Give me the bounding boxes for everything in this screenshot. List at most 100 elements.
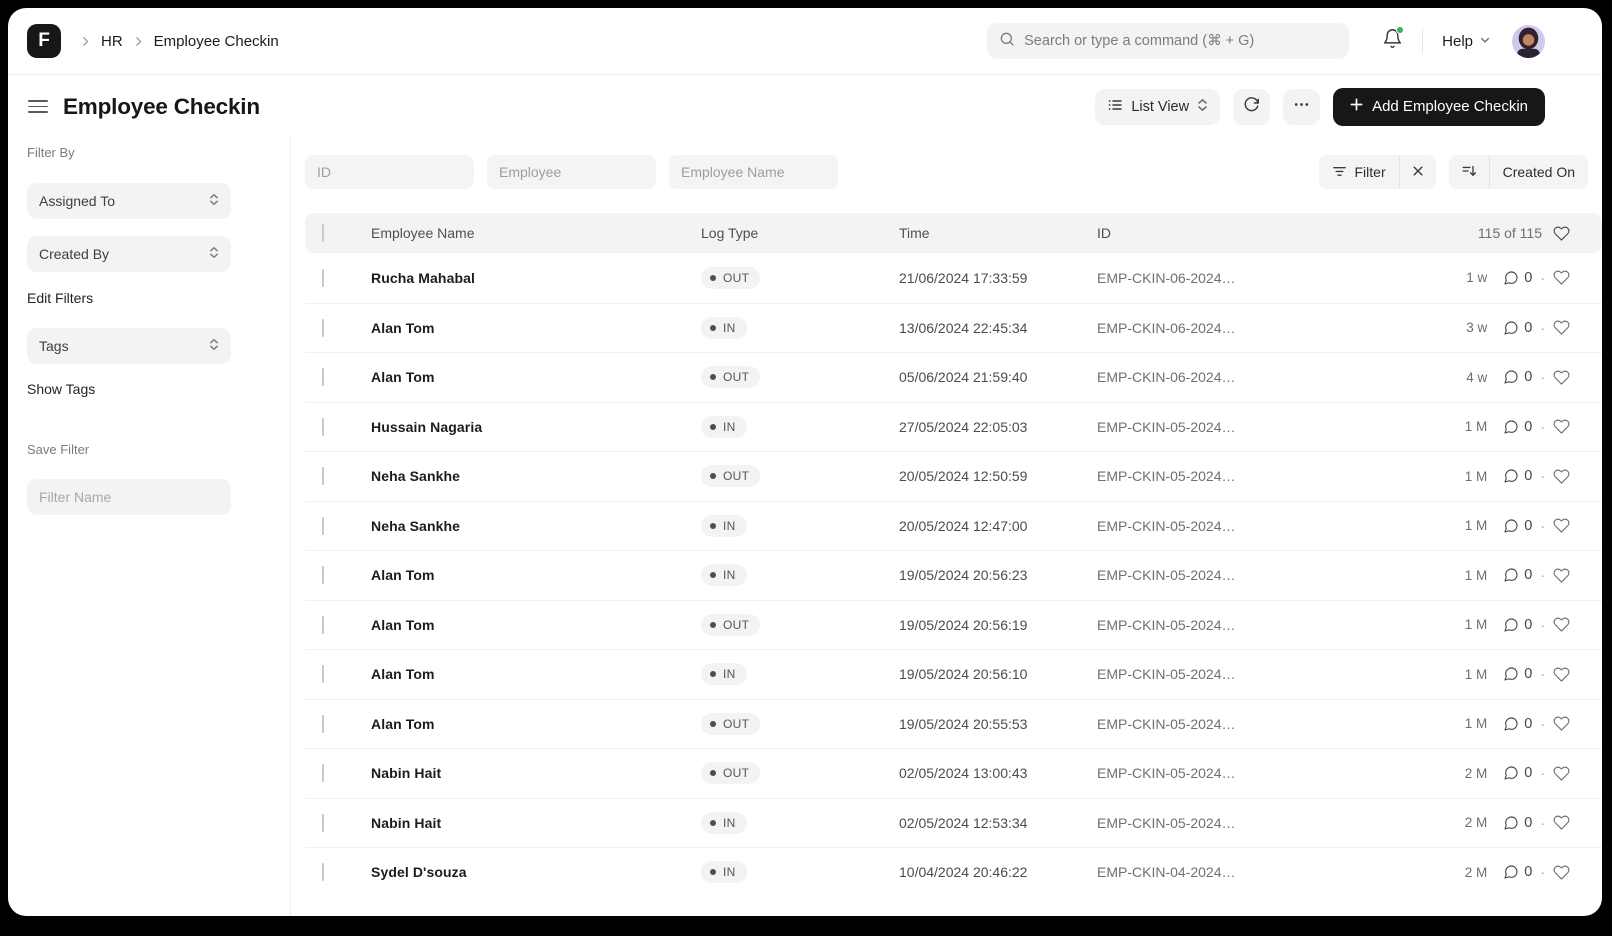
employee-name[interactable]: Rucha Mahabal — [371, 270, 701, 286]
show-tags-link[interactable]: Show Tags — [27, 381, 95, 397]
table-row[interactable]: Alan Tom OUT 05/06/2024 21:59:40 EMP-CKI… — [305, 352, 1602, 402]
id-filter-input[interactable] — [305, 155, 474, 189]
table-row[interactable]: Neha Sankhe IN 20/05/2024 12:47:00 EMP-C… — [305, 501, 1602, 551]
view-switcher-button[interactable]: List View — [1095, 89, 1220, 125]
more-options-button[interactable] — [1283, 89, 1320, 125]
table-row[interactable]: Alan Tom OUT 19/05/2024 20:56:19 EMP-CKI… — [305, 600, 1602, 650]
heart-icon[interactable] — [1553, 616, 1570, 633]
table-row[interactable]: Alan Tom OUT 19/05/2024 20:55:53 EMP-CKI… — [305, 699, 1602, 749]
comment-count-button[interactable]: 0 — [1503, 270, 1532, 286]
breadcrumb-employee-checkin[interactable]: Employee Checkin — [154, 33, 279, 50]
table-row[interactable]: Nabin Hait OUT 02/05/2024 13:00:43 EMP-C… — [305, 748, 1602, 798]
clear-filter-button[interactable] — [1399, 155, 1436, 189]
heart-icon[interactable] — [1553, 517, 1570, 534]
heart-icon[interactable] — [1553, 765, 1570, 782]
heart-icon[interactable] — [1553, 418, 1570, 435]
comment-count-button[interactable]: 0 — [1503, 765, 1532, 781]
row-checkbox[interactable] — [322, 715, 324, 733]
edit-filters-link[interactable]: Edit Filters — [27, 290, 93, 306]
heart-icon[interactable] — [1553, 567, 1570, 584]
employee-filter-input[interactable] — [487, 155, 656, 189]
row-checkbox[interactable] — [322, 319, 324, 337]
row-checkbox[interactable] — [322, 517, 324, 535]
comment-count-button[interactable]: 0 — [1503, 518, 1532, 534]
breadcrumb-hr[interactable]: HR — [101, 33, 123, 50]
employee-name[interactable]: Neha Sankhe — [371, 518, 701, 534]
row-checkbox[interactable] — [322, 863, 324, 881]
heart-icon[interactable] — [1553, 864, 1570, 881]
modified-age: 3 w — [1454, 320, 1487, 335]
add-employee-checkin-button[interactable]: Add Employee Checkin — [1333, 88, 1545, 126]
frappe-logo[interactable]: F — [27, 24, 61, 58]
row-checkbox[interactable] — [322, 814, 324, 832]
heart-icon[interactable] — [1553, 369, 1570, 386]
employee-name[interactable]: Nabin Hait — [371, 765, 701, 781]
column-time[interactable]: Time — [899, 225, 1097, 241]
heart-icon[interactable] — [1553, 666, 1570, 683]
row-checkbox[interactable] — [322, 764, 324, 782]
notifications-button[interactable] — [1382, 28, 1403, 54]
heart-icon[interactable] — [1553, 715, 1570, 732]
global-search[interactable] — [987, 23, 1349, 59]
table-row[interactable]: Hussain Nagaria IN 27/05/2024 22:05:03 E… — [305, 402, 1602, 452]
comment-count-button[interactable]: 0 — [1503, 419, 1532, 435]
employee-name[interactable]: Sydel D'souza — [371, 864, 701, 880]
comment-count-button[interactable]: 0 — [1503, 320, 1532, 336]
column-employee-name[interactable]: Employee Name — [371, 225, 701, 241]
modified-age: 2 M — [1454, 766, 1487, 781]
heart-icon[interactable] — [1553, 814, 1570, 831]
user-avatar[interactable] — [1512, 25, 1545, 58]
created-by-select[interactable]: Created By — [27, 236, 231, 272]
sort-direction-button[interactable] — [1449, 155, 1489, 189]
row-checkbox[interactable] — [322, 269, 324, 287]
column-id[interactable]: ID — [1097, 225, 1478, 241]
tags-select[interactable]: Tags — [27, 328, 231, 364]
comment-count-button[interactable]: 0 — [1503, 617, 1532, 633]
comment-count-button[interactable]: 0 — [1503, 468, 1532, 484]
column-log-type[interactable]: Log Type — [701, 225, 899, 241]
comment-count-button[interactable]: 0 — [1503, 369, 1532, 385]
employee-name[interactable]: Neha Sankhe — [371, 468, 701, 484]
employee-name[interactable]: Alan Tom — [371, 567, 701, 583]
employee-name-filter-input[interactable] — [669, 155, 838, 189]
filter-button[interactable]: Filter — [1319, 155, 1399, 189]
employee-name[interactable]: Alan Tom — [371, 369, 701, 385]
row-checkbox[interactable] — [322, 368, 324, 386]
row-checkbox[interactable] — [322, 566, 324, 584]
heart-icon[interactable] — [1553, 319, 1570, 336]
heart-icon[interactable] — [1553, 269, 1570, 286]
filter-name-input[interactable] — [27, 479, 231, 515]
row-checkbox[interactable] — [322, 616, 324, 634]
employee-name[interactable]: Alan Tom — [371, 617, 701, 633]
search-input[interactable] — [1024, 33, 1337, 49]
heart-icon[interactable] — [1553, 468, 1570, 485]
sort-field-button[interactable]: Created On — [1489, 155, 1588, 189]
table-row[interactable]: Alan Tom IN 19/05/2024 20:56:10 EMP-CKIN… — [305, 649, 1602, 699]
help-menu[interactable]: Help — [1442, 33, 1491, 50]
refresh-button[interactable] — [1233, 89, 1270, 125]
table-row[interactable]: Nabin Hait IN 02/05/2024 12:53:34 EMP-CK… — [305, 798, 1602, 848]
comment-count-button[interactable]: 0 — [1503, 716, 1532, 732]
table-row[interactable]: Alan Tom IN 13/06/2024 22:45:34 EMP-CKIN… — [305, 303, 1602, 353]
employee-name[interactable]: Alan Tom — [371, 666, 701, 682]
employee-name[interactable]: Alan Tom — [371, 716, 701, 732]
table-row[interactable]: Neha Sankhe OUT 20/05/2024 12:50:59 EMP-… — [305, 451, 1602, 501]
comment-count-button[interactable]: 0 — [1503, 567, 1532, 583]
menu-icon[interactable] — [28, 100, 48, 113]
table-row[interactable]: Alan Tom IN 19/05/2024 20:56:23 EMP-CKIN… — [305, 550, 1602, 600]
assigned-to-select[interactable]: Assigned To — [27, 183, 231, 219]
employee-name[interactable]: Nabin Hait — [371, 815, 701, 831]
table-row[interactable]: Rucha Mahabal OUT 21/06/2024 17:33:59 EM… — [305, 253, 1602, 303]
table-row[interactable]: Sydel D'souza IN 10/04/2024 20:46:22 EMP… — [305, 847, 1602, 897]
select-all-checkbox[interactable] — [322, 224, 324, 242]
result-count[interactable]: 115 of 115 — [1478, 225, 1542, 241]
comment-count-button[interactable]: 0 — [1503, 864, 1532, 880]
employee-name[interactable]: Alan Tom — [371, 320, 701, 336]
comment-count-button[interactable]: 0 — [1503, 666, 1532, 682]
row-checkbox[interactable] — [322, 418, 324, 436]
heart-icon[interactable] — [1553, 225, 1570, 242]
row-checkbox[interactable] — [322, 467, 324, 485]
row-checkbox[interactable] — [322, 665, 324, 683]
comment-count-button[interactable]: 0 — [1503, 815, 1532, 831]
employee-name[interactable]: Hussain Nagaria — [371, 419, 701, 435]
